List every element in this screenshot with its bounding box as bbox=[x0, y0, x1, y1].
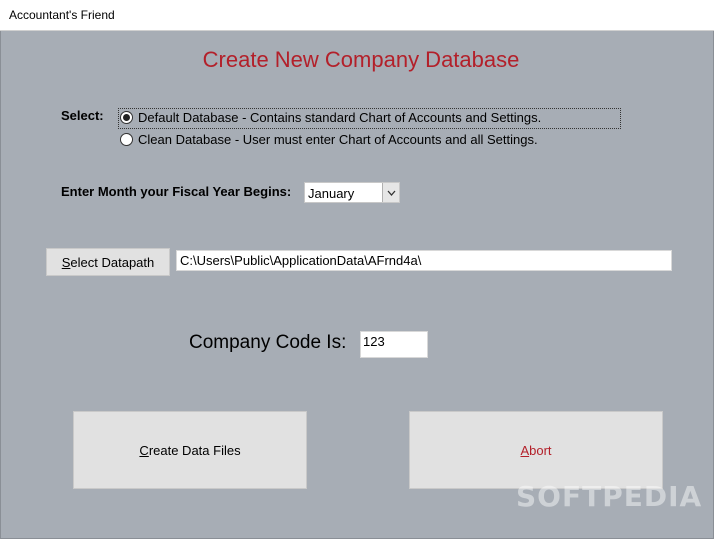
abort-mnemonic: A bbox=[520, 442, 530, 458]
radio-default-button[interactable] bbox=[120, 111, 133, 124]
company-code-value: 123 bbox=[363, 334, 385, 349]
radio-clean-database[interactable]: Clean Database - User must enter Chart o… bbox=[120, 132, 538, 147]
company-code-label: Company Code Is: bbox=[189, 332, 347, 353]
select-datapath-button[interactable]: Select Datapath bbox=[46, 248, 170, 276]
select-datapath-mnemonic: S bbox=[61, 254, 71, 270]
abort-button[interactable]: Abort bbox=[409, 411, 663, 489]
create-mnemonic: C bbox=[139, 442, 149, 458]
select-datapath-label: elect Datapath bbox=[70, 254, 155, 270]
radio-clean-button[interactable] bbox=[120, 133, 133, 146]
fiscal-month-dropdown[interactable]: January bbox=[304, 182, 400, 203]
form-heading: Create New Company Database bbox=[202, 47, 520, 72]
window-title: Accountant's Friend bbox=[9, 8, 115, 22]
fiscal-month-label: Enter Month your Fiscal Year Begins: bbox=[61, 184, 292, 199]
fiscal-month-value: January bbox=[308, 186, 355, 201]
radio-clean-label: Clean Database - User must enter Chart o… bbox=[138, 132, 538, 147]
softpedia-watermark: SOFTPEDIA bbox=[516, 480, 703, 513]
create-label: reate Data Files bbox=[148, 442, 241, 458]
company-code-field[interactable]: 123 bbox=[360, 331, 428, 358]
select-label: Select: bbox=[61, 108, 104, 123]
chevron-down-icon[interactable] bbox=[382, 183, 399, 202]
title-bar[interactable]: Accountant's Friend bbox=[0, 0, 714, 31]
datapath-value: C:\Users\Public\ApplicationData\AFrnd4a\ bbox=[180, 253, 422, 268]
radio-default-label: Default Database - Contains standard Cha… bbox=[138, 110, 542, 125]
datapath-field[interactable]: C:\Users\Public\ApplicationData\AFrnd4a\ bbox=[176, 250, 672, 271]
radio-default-database[interactable]: Default Database - Contains standard Cha… bbox=[120, 110, 541, 125]
abort-label: bort bbox=[529, 442, 552, 458]
create-data-files-button[interactable]: Create Data Files bbox=[73, 411, 307, 489]
